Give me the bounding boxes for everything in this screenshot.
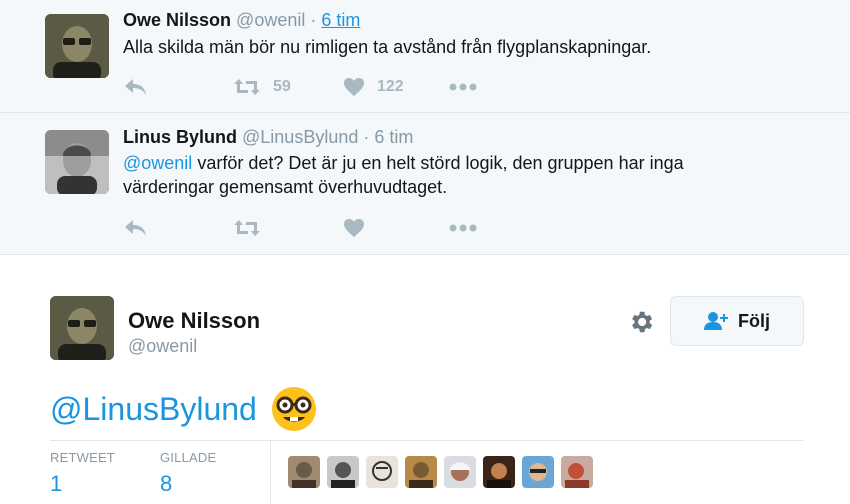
liker-avatar[interactable]	[483, 456, 515, 488]
liker-avatar[interactable]	[405, 456, 437, 488]
like-stat-value: 8	[160, 471, 173, 496]
retweet-stat-value: 1	[50, 471, 63, 496]
like-button[interactable]: 122	[343, 77, 404, 97]
username[interactable]: @owenil	[128, 336, 197, 357]
more-icon	[449, 224, 477, 232]
retweet-stat[interactable]: RETWEET 1	[50, 450, 115, 497]
retweet-icon	[234, 79, 260, 95]
more-button[interactable]	[449, 82, 477, 92]
tweet-text: Alla skilda män bör nu rimligen ta avstå…	[123, 37, 652, 57]
permalink-tweet: Owe Nilsson @owenil Följ @LinusBylund RE…	[0, 256, 850, 504]
vertical-divider	[270, 441, 271, 504]
conversation-thread: Owe Nilsson @owenil · 6 tim Alla skilda …	[0, 0, 850, 255]
mention-link[interactable]: @LinusBylund	[50, 391, 257, 428]
like-button[interactable]	[343, 218, 365, 238]
heart-icon	[344, 78, 364, 96]
retweet-button[interactable]: 59	[233, 77, 291, 97]
username[interactable]: @LinusBylund	[242, 127, 358, 147]
gear-icon	[632, 311, 653, 333]
reply-button[interactable]	[123, 218, 149, 238]
retweet-button[interactable]	[233, 218, 261, 238]
reply-button[interactable]	[123, 77, 149, 97]
more-icon	[449, 83, 477, 91]
tweet-text: @owenil varför det? Det är ju en helt st…	[123, 151, 743, 199]
avatar[interactable]	[50, 296, 114, 360]
like-count: 122	[377, 78, 404, 95]
liker-avatar[interactable]	[327, 456, 359, 488]
liker-avatar[interactable]	[561, 456, 593, 488]
username[interactable]: @owenil	[236, 10, 305, 30]
avatar[interactable]	[45, 14, 109, 78]
fullname[interactable]: Linus Bylund	[123, 127, 237, 147]
stats-divider	[50, 440, 804, 441]
tweet-body: varför det? Det är ju en helt störd logi…	[123, 153, 684, 197]
fullname[interactable]: Owe Nilsson	[123, 10, 231, 30]
liker-avatar[interactable]	[522, 456, 554, 488]
follow-button[interactable]: Följ	[670, 296, 804, 346]
fullname[interactable]: Owe Nilsson	[128, 308, 260, 334]
like-stat-label: GILLADE	[160, 450, 217, 465]
tweet-text: @LinusBylund	[50, 386, 317, 432]
tweet-header: Linus Bylund @LinusBylund · 6 tim	[123, 127, 413, 148]
thread-tweet[interactable]: Owe Nilsson @owenil · 6 tim Alla skilda …	[0, 0, 850, 113]
thread-tweet[interactable]: Linus Bylund @LinusBylund · 6 tim @oweni…	[0, 113, 850, 255]
avatar[interactable]	[45, 130, 109, 194]
liker-avatar[interactable]	[444, 456, 476, 488]
like-stat[interactable]: GILLADE 8	[160, 450, 216, 497]
liker-avatars	[288, 456, 600, 488]
settings-button[interactable]	[627, 308, 655, 336]
mention-link[interactable]: @owenil	[123, 153, 192, 173]
retweet-stat-label: RETWEET	[50, 450, 115, 465]
retweet-count: 59	[273, 78, 291, 95]
liker-avatar[interactable]	[366, 456, 398, 488]
retweet-icon	[234, 220, 260, 236]
more-button[interactable]	[449, 223, 477, 233]
heart-icon	[344, 219, 364, 237]
separator: ·	[310, 10, 317, 30]
tweet-header: Owe Nilsson @owenil · 6 tim	[123, 10, 360, 31]
reply-icon	[125, 79, 146, 95]
liker-avatar[interactable]	[288, 456, 320, 488]
timestamp[interactable]: 6 tim	[374, 127, 413, 147]
timestamp[interactable]: 6 tim	[321, 10, 360, 30]
separator: ·	[363, 127, 370, 147]
follow-person-icon	[704, 312, 728, 330]
reply-icon	[125, 220, 146, 236]
nerd-face-emoji	[271, 387, 316, 431]
follow-label: Följ	[738, 310, 770, 331]
